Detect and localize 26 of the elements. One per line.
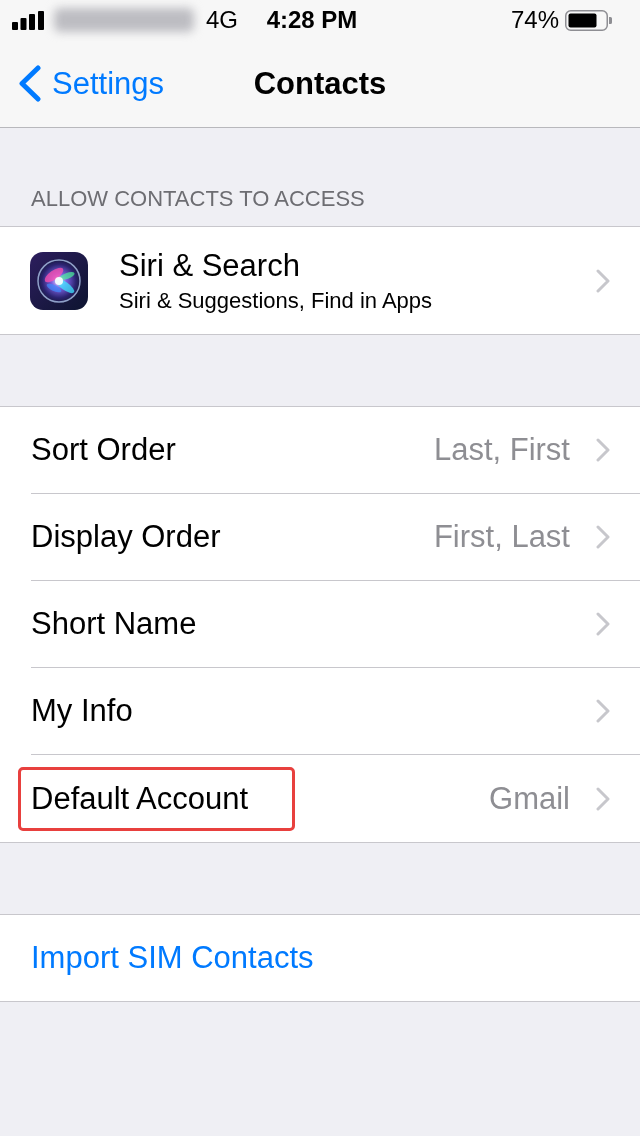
chevron-icon (596, 438, 610, 462)
network-type: 4G (206, 6, 238, 34)
row-title: Siri & Search (119, 247, 300, 284)
back-button[interactable]: Settings (17, 65, 164, 102)
row-value: First, Last (433, 519, 570, 555)
chevron-icon (596, 612, 610, 636)
orb-app-icon (30, 251, 88, 310)
chevron-icon (596, 268, 610, 293)
chevron-icon (596, 525, 610, 549)
row-title: Default Account (31, 780, 249, 817)
battery-icon (565, 9, 612, 31)
row-title: Short Name (31, 606, 197, 642)
row-subtitle: Siri & Suggestions, Find in Apps (119, 287, 433, 314)
battery-percent: 74% (510, 6, 559, 34)
row-title: Sort Order (31, 432, 176, 468)
status-time: 4:28 PM (266, 6, 358, 34)
row-title: Display Order (31, 519, 221, 555)
back-chevron-icon (17, 65, 42, 102)
chevron-icon (596, 786, 610, 811)
page-title: Contacts (253, 65, 387, 102)
chevron-icon (596, 699, 610, 723)
section-header: ALLOW CONTACTS TO ACCESS (31, 186, 365, 212)
row-value: Gmail (489, 780, 570, 817)
signal-icon (12, 10, 44, 30)
row-title: My Info (31, 693, 133, 729)
row-value: Last, First (433, 432, 570, 468)
